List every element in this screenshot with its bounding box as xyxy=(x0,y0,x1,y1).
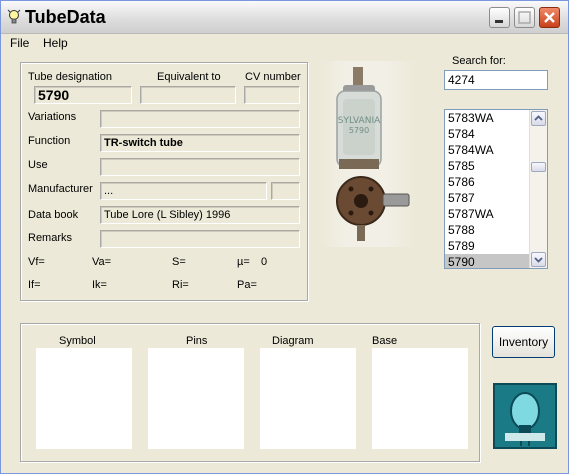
lightbulb-icon xyxy=(7,9,21,24)
param-vf: Vf= xyxy=(28,256,45,268)
variations-field xyxy=(100,110,300,128)
svg-text:SYLVANIA: SYLVANIA xyxy=(338,116,381,126)
tube-logo-icon xyxy=(505,392,545,446)
scroll-up-button[interactable] xyxy=(531,111,546,126)
tube-image: SYLVANIA 5790 xyxy=(336,67,410,241)
scroll-down-button[interactable] xyxy=(531,252,546,267)
param-ri: Ri= xyxy=(172,279,189,291)
search-input[interactable]: 4274 xyxy=(444,70,548,90)
close-button[interactable] xyxy=(539,7,560,28)
manufacturer-field: ... xyxy=(100,182,267,200)
remarks-label: Remarks xyxy=(28,232,73,244)
cv-number-label: CV number xyxy=(245,71,301,83)
minimize-icon xyxy=(495,20,503,23)
minimize-button[interactable] xyxy=(489,7,510,28)
inventory-button[interactable]: Inventory xyxy=(492,326,555,358)
equivalent-to-label: Equivalent to xyxy=(157,71,221,83)
remarks-field xyxy=(100,230,300,248)
tube-designation-field: 5790 xyxy=(34,86,132,104)
maximize-button[interactable] xyxy=(514,7,535,28)
diagram-pane xyxy=(260,348,356,449)
function-label: Function xyxy=(28,135,71,147)
app-logo xyxy=(493,383,557,449)
param-s: S= xyxy=(172,256,186,268)
chevron-up-icon xyxy=(534,115,543,121)
chevron-down-icon xyxy=(534,257,543,263)
list-scrollbar[interactable] xyxy=(529,110,547,268)
symbol-pane xyxy=(36,348,132,449)
param-va: Va= xyxy=(92,256,112,268)
manufacturer-label: Manufacturer xyxy=(28,183,93,195)
use-label: Use xyxy=(28,159,48,171)
scroll-thumb[interactable] xyxy=(531,162,546,172)
menu-file[interactable]: File xyxy=(10,36,29,50)
pins-pane xyxy=(148,348,244,449)
base-label: Base xyxy=(372,335,398,347)
tube-designation-label: Tube designation xyxy=(28,71,112,83)
diagram-label: Diagram xyxy=(272,335,314,347)
window-title: TubeData xyxy=(25,7,106,27)
menu-bar: File Help xyxy=(1,34,568,52)
search-label: Search for: xyxy=(452,55,506,67)
param-mu: µ= xyxy=(237,256,250,268)
param-ik: Ik= xyxy=(92,279,107,291)
symbol-label: Symbol xyxy=(59,335,96,347)
use-field xyxy=(100,158,300,176)
close-icon xyxy=(544,12,555,23)
title-bar[interactable]: TubeData xyxy=(1,1,568,34)
svg-text:5790: 5790 xyxy=(349,126,369,135)
param-pa: Pa= xyxy=(237,279,257,291)
param-if: If= xyxy=(28,279,41,291)
pins-label: Pins xyxy=(186,335,208,347)
param-mu-value: 0 xyxy=(261,256,268,268)
menu-help[interactable]: Help xyxy=(43,36,68,50)
data-book-label: Data book xyxy=(28,209,79,221)
data-book-field: Tube Lore (L Sibley) 1996 xyxy=(100,206,300,224)
base-pane xyxy=(372,348,468,449)
variations-label: Variations xyxy=(28,111,77,123)
maximize-icon xyxy=(518,11,531,24)
manufacturer-code-field xyxy=(271,182,300,200)
cv-number-field xyxy=(244,86,300,104)
equivalent-to-field xyxy=(140,86,236,104)
tube-list[interactable]: 5783WA 5784 5784WA 5785 5786 5787 5787WA… xyxy=(444,109,548,269)
app-window: TubeData File Help Tube designation Equi… xyxy=(0,0,569,474)
function-field: TR-switch tube xyxy=(100,134,300,152)
tube-photo: SYLVANIA 5790 xyxy=(317,61,416,247)
